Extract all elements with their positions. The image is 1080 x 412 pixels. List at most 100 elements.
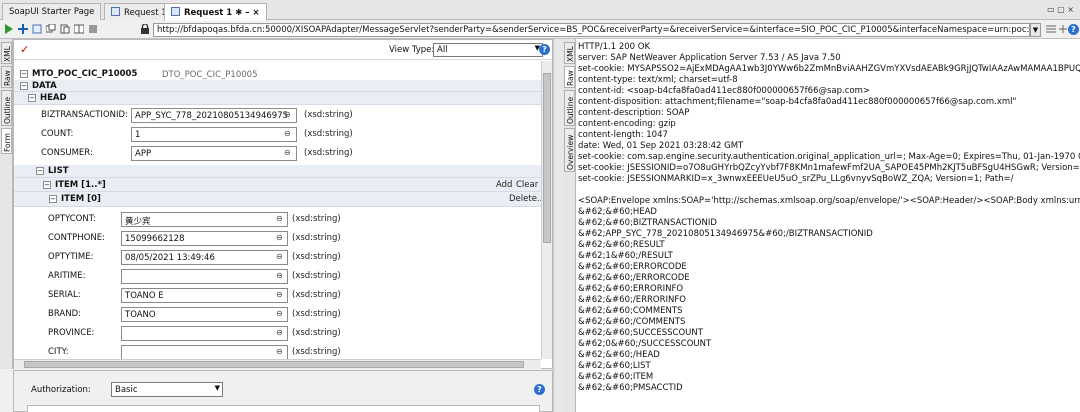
type-label: (xsd:string) (304, 110, 353, 120)
field-row: CONTPHONE: 15099662128 ⊖ (xsd:string) (14, 229, 541, 248)
window-controls[interactable]: ▭ ▢ × (1047, 5, 1074, 14)
type-label: (xsd:string) (292, 309, 341, 319)
scroll-thumb[interactable] (543, 73, 551, 243)
collapse-icon[interactable]: − (28, 94, 36, 102)
tab-form[interactable]: Form (1, 128, 12, 154)
nil-icon[interactable]: ⊖ (276, 233, 283, 242)
menu-icon[interactable] (1046, 24, 1056, 34)
city-input[interactable] (121, 345, 288, 360)
wsdl-icon[interactable] (32, 24, 42, 34)
response-line: set-cookie: JSESSIONID=o7O8uGHYrbQZcyYvb… (578, 163, 1080, 173)
response-line: set-cookie: MYSAPSSO2=AjExMDAgAA1wb3J0YW… (578, 64, 1080, 74)
tab-request-1-active[interactable]: Request 1 ✱ – × (164, 3, 267, 21)
scroll-thumb[interactable] (24, 361, 524, 368)
response-line: &#62;&#60;ITEM (578, 372, 654, 382)
nil-icon[interactable]: ⊖ (276, 290, 283, 299)
collapse-icon[interactable]: − (20, 82, 28, 90)
type-label: (xsd:string) (292, 328, 341, 338)
consumer-input[interactable]: APP (131, 146, 297, 161)
list-group[interactable]: − LIST (36, 166, 69, 176)
optytime-input[interactable]: 08/05/2021 13:49:46 (121, 250, 288, 265)
nil-icon[interactable]: ⊖ (284, 110, 291, 119)
response-line: &#62;&#60;SUCCESSCOUNT (578, 328, 703, 338)
nil-icon[interactable]: ⊖ (276, 328, 283, 337)
endpoint-url-input[interactable]: http://bfdapoqas.bfda.cn:50000/XISOAPAda… (153, 23, 1030, 37)
response-line: HTTP/1.1 200 OK (578, 42, 651, 52)
add-icon[interactable] (1058, 24, 1068, 34)
collapse-icon[interactable]: − (43, 181, 51, 189)
item-0-group[interactable]: − ITEM [0] (49, 194, 101, 204)
clear-button[interactable]: Clear (516, 180, 538, 190)
copy-icon[interactable] (60, 24, 70, 34)
head-group[interactable]: − HEAD (28, 93, 67, 103)
field-row: BIZTRANSACTIONID: APP_SYC_778_2021080513… (14, 106, 541, 125)
stop-icon[interactable] (88, 24, 98, 34)
tab-outline[interactable]: Outline (564, 90, 575, 126)
item-group[interactable]: − ITEM [1..*] (43, 180, 106, 190)
field-row: CONSUMER: APP ⊖ (xsd:string) (14, 144, 541, 163)
add-button[interactable]: Add (496, 180, 512, 190)
response-line: &#62;&#60;RESULT (578, 240, 665, 250)
nil-icon[interactable]: ⊖ (276, 347, 283, 356)
collapse-icon[interactable]: − (49, 195, 57, 203)
field-label: OPTYTIME: (48, 252, 94, 262)
response-line: server: SAP NetWeaver Application Server… (578, 53, 841, 63)
tab-overview[interactable]: Overview (564, 128, 575, 172)
authorization-select[interactable]: Basic ▼ (111, 382, 223, 397)
response-line: content-description: SOAP (578, 108, 690, 118)
split-divider[interactable] (553, 39, 563, 412)
response-line: &#62;&#60;HEAD (578, 207, 657, 217)
clone-icon[interactable] (46, 24, 56, 34)
form-horizontal-scrollbar[interactable] (14, 359, 541, 369)
data-section: − DATA (14, 80, 541, 92)
response-line: &#62;&#60;COMMENTS (578, 306, 683, 316)
collapse-icon[interactable]: − (36, 167, 44, 175)
field-label: BIZTRANSACTIONID: (41, 110, 128, 120)
delete-button[interactable]: Delete.. (509, 194, 541, 204)
form-vertical-scrollbar[interactable] (541, 61, 552, 359)
response-line: &#62;&#60;/ERRORINFO (578, 295, 686, 305)
nil-icon[interactable]: ⊖ (284, 148, 291, 157)
chevron-down-icon: ▼ (214, 384, 220, 392)
field-label: SERIAL: (48, 290, 81, 300)
tab-raw[interactable]: Raw (1, 66, 12, 88)
nil-icon[interactable]: ⊖ (276, 271, 283, 280)
tab-xml[interactable]: XML (1, 42, 12, 64)
root-element[interactable]: − MTO_POC_CIC_P10005 (20, 69, 137, 79)
nil-icon[interactable]: ⊖ (276, 309, 283, 318)
help-icon[interactable]: ? (1068, 24, 1079, 35)
field-row: BRAND: TOANO ⊖ (xsd:string) (14, 305, 541, 324)
tab-xml[interactable]: XML (564, 42, 575, 64)
collapse-icon[interactable]: − (20, 70, 28, 78)
nil-icon[interactable]: ⊖ (276, 214, 283, 223)
type-label: (xsd:string) (304, 129, 353, 139)
aritime-input[interactable] (121, 269, 288, 284)
validate-icon[interactable]: ✓ (20, 43, 29, 56)
help-icon[interactable]: ? (534, 384, 545, 395)
response-line: content-id: <soap-b4cfa8fa0ad411ec880f00… (578, 86, 870, 96)
field-label: CONSUMER: (41, 148, 93, 158)
nil-icon[interactable]: ⊖ (284, 129, 291, 138)
submit-request-icon[interactable] (4, 24, 14, 34)
nil-icon[interactable]: ⊖ (276, 252, 283, 261)
request-icon (171, 7, 180, 16)
add-to-test-case-icon[interactable] (18, 24, 28, 34)
split-view-icon[interactable] (74, 24, 84, 34)
biztransactionid-input[interactable]: APP_SYC_778_20210805134946975 (131, 108, 297, 123)
contphone-input[interactable]: 15099662128 (121, 231, 288, 246)
data-group[interactable]: − DATA (20, 81, 57, 91)
tab-outline[interactable]: Outline (1, 90, 12, 126)
count-input[interactable]: 1 (131, 127, 297, 142)
tab-raw[interactable]: Raw (564, 66, 575, 88)
endpoint-dropdown[interactable]: ▼ (1030, 23, 1041, 37)
help-icon[interactable]: ? (539, 44, 550, 55)
serial-input[interactable]: TOANO E (121, 288, 288, 303)
optycont-input[interactable]: 黄少宾 (121, 212, 288, 227)
response-line: &#62;APP_SYC_778_20210805134946975&#60;/… (578, 229, 873, 239)
view-type-select[interactable]: All ▼ (433, 43, 543, 57)
tab-starter-page[interactable]: SoapUI Starter Page (2, 3, 102, 20)
brand-input[interactable]: TOANO (121, 307, 288, 322)
province-input[interactable] (121, 326, 288, 341)
list-section: − LIST (14, 165, 541, 178)
response-line: date: Wed, 01 Sep 2021 03:28:42 GMT (578, 141, 744, 151)
